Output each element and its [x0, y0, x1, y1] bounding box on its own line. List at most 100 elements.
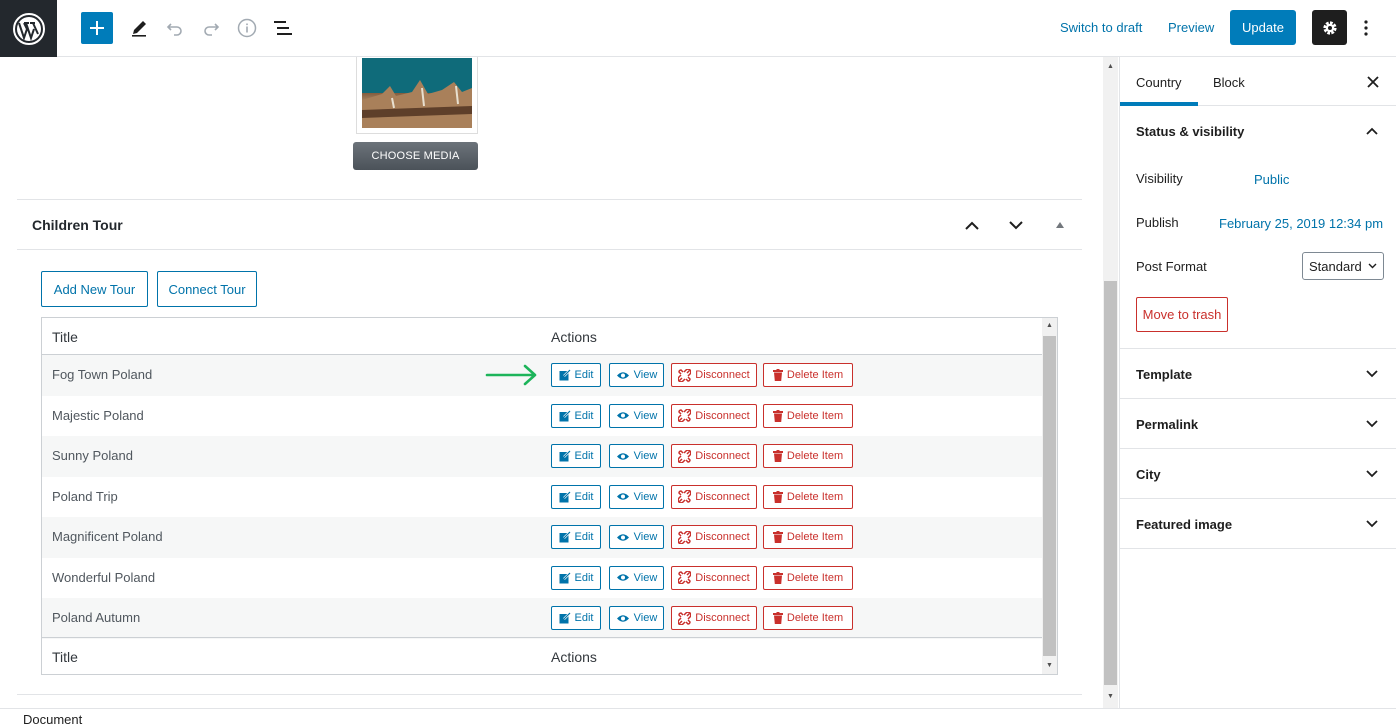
- sidebar-section-title[interactable]: Template: [1136, 367, 1192, 382]
- delete-item-button[interactable]: Delete Item: [763, 484, 853, 509]
- view-button[interactable]: View: [609, 444, 664, 468]
- edit-button[interactable]: Edit: [551, 403, 601, 428]
- edit-label: Edit: [574, 571, 594, 584]
- disconnect-button[interactable]: Disconnect: [671, 403, 757, 428]
- post-format-label: Post Format: [1136, 259, 1207, 274]
- delete-item-button[interactable]: Delete Item: [763, 606, 853, 630]
- move-down-icon[interactable]: [1006, 215, 1026, 235]
- add-new-tour-button[interactable]: Add New Tour: [41, 271, 148, 307]
- disconnect-button[interactable]: Disconnect: [671, 606, 757, 630]
- plus-icon: [90, 21, 104, 35]
- tab-country[interactable]: Country: [1136, 75, 1182, 90]
- table-scrollbar[interactable]: ▲ ▼: [1042, 318, 1057, 674]
- editor-scrollbar[interactable]: ▲ ▼: [1103, 57, 1118, 708]
- delete-item-button[interactable]: Delete Item: [763, 363, 853, 387]
- add-block-button[interactable]: [81, 12, 113, 44]
- disconnect-button[interactable]: Disconnect: [671, 444, 757, 468]
- update-button[interactable]: Update: [1230, 10, 1296, 45]
- view-button[interactable]: View: [609, 525, 664, 549]
- divider: [1120, 448, 1396, 449]
- view-label: View: [633, 409, 658, 422]
- collapse-triangle-icon[interactable]: [1050, 215, 1070, 235]
- table-row: Fog Town Poland Edit View Disconnect Delete …: [42, 355, 1042, 396]
- delete-item-button[interactable]: Delete Item: [763, 444, 853, 468]
- trash-icon: [772, 531, 783, 543]
- disconnect-label: Disconnect: [695, 490, 750, 503]
- preview-button[interactable]: Preview: [1168, 20, 1214, 35]
- delete-item-button[interactable]: Delete Item: [763, 525, 853, 549]
- wordpress-logo-icon[interactable]: [0, 0, 57, 57]
- undo-icon[interactable]: [163, 16, 187, 40]
- disconnect-button[interactable]: Disconnect: [671, 484, 757, 509]
- tab-block[interactable]: Block: [1213, 75, 1245, 90]
- view-button[interactable]: View: [609, 606, 664, 630]
- edit-mode-pencil-icon[interactable]: [127, 16, 151, 40]
- settings-button[interactable]: [1312, 10, 1347, 45]
- scrollbar-thumb[interactable]: [1043, 336, 1056, 656]
- gear-icon: [1322, 20, 1337, 35]
- chevron-down-icon[interactable]: [1364, 416, 1380, 432]
- visibility-value[interactable]: Public: [1254, 172, 1289, 187]
- edit-button[interactable]: Edit: [551, 444, 601, 468]
- view-label: View: [633, 490, 658, 503]
- chevron-down-icon[interactable]: [1364, 466, 1380, 482]
- choose-media-button[interactable]: CHOOSE MEDIA: [353, 142, 478, 170]
- breadcrumb-document[interactable]: Document: [23, 712, 82, 727]
- disconnect-button[interactable]: Disconnect: [671, 363, 757, 387]
- tours-table: Title Actions Fog Town Poland Edit View Dis…: [41, 317, 1058, 675]
- view-button[interactable]: View: [609, 363, 664, 387]
- disconnect-label: Disconnect: [695, 409, 750, 422]
- trash-icon: [772, 571, 783, 584]
- edit-button[interactable]: Edit: [551, 363, 601, 387]
- view-button[interactable]: View: [609, 403, 664, 428]
- switch-to-draft-button[interactable]: Switch to draft: [1060, 20, 1142, 35]
- sidebar-section-title[interactable]: Permalink: [1136, 417, 1198, 432]
- edit-label: Edit: [574, 490, 594, 503]
- scroll-up-arrow-icon[interactable]: ▲: [1042, 318, 1057, 333]
- edit-button[interactable]: Edit: [551, 525, 601, 549]
- chevron-down-icon[interactable]: [1364, 516, 1380, 532]
- view-button[interactable]: View: [609, 484, 664, 509]
- unlink-icon: [678, 611, 692, 625]
- scroll-down-arrow-icon[interactable]: ▼: [1103, 689, 1118, 704]
- view-button[interactable]: View: [609, 565, 664, 590]
- row-title: Poland Trip: [52, 488, 118, 504]
- move-to-trash-button[interactable]: Move to trash: [1136, 297, 1228, 332]
- list-view-icon[interactable]: [271, 16, 295, 40]
- sidebar-section-title[interactable]: Featured image: [1136, 517, 1232, 532]
- delete-item-button[interactable]: Delete Item: [763, 565, 853, 590]
- table-footer: Title Actions: [42, 637, 1042, 674]
- close-icon[interactable]: [1363, 72, 1383, 92]
- redo-icon[interactable]: [199, 16, 223, 40]
- info-icon[interactable]: [235, 16, 259, 40]
- divider: [17, 199, 1082, 200]
- move-up-icon[interactable]: [962, 215, 982, 235]
- unlink-icon: [678, 449, 692, 463]
- publish-date[interactable]: February 25, 2019 12:34 pm: [1219, 216, 1383, 231]
- post-format-select[interactable]: Standard: [1302, 252, 1384, 280]
- status-visibility-title[interactable]: Status & visibility: [1136, 124, 1244, 139]
- sidebar-section-title[interactable]: City: [1136, 467, 1161, 482]
- scroll-up-arrow-icon[interactable]: ▲: [1103, 59, 1118, 74]
- scrollbar-thumb[interactable]: [1104, 281, 1117, 685]
- scroll-down-arrow-icon[interactable]: ▼: [1042, 658, 1057, 673]
- divider: [17, 694, 1082, 695]
- delete-item-button[interactable]: Delete Item: [763, 403, 853, 428]
- disconnect-button[interactable]: Disconnect: [671, 525, 757, 549]
- delete-label: Delete Item: [786, 571, 844, 584]
- chevron-up-icon[interactable]: [1364, 123, 1380, 139]
- edit-button[interactable]: Edit: [551, 606, 601, 630]
- edit-button[interactable]: Edit: [551, 484, 601, 509]
- connect-tour-button[interactable]: Connect Tour: [157, 271, 257, 307]
- post-format-value: Standard: [1309, 258, 1362, 274]
- trash-icon: [772, 490, 783, 503]
- edit-label: Edit: [574, 369, 594, 381]
- chevron-down-icon[interactable]: [1364, 366, 1380, 382]
- more-options-icon[interactable]: [1356, 16, 1376, 40]
- row-title: Fog Town Poland: [52, 367, 153, 382]
- table-row: Magnificent Poland Edit View Disconnect Dele…: [42, 517, 1042, 558]
- disconnect-button[interactable]: Disconnect: [671, 565, 757, 590]
- panel-title: Children Tour: [32, 217, 123, 233]
- delete-label: Delete Item: [786, 612, 844, 624]
- edit-button[interactable]: Edit: [551, 565, 601, 590]
